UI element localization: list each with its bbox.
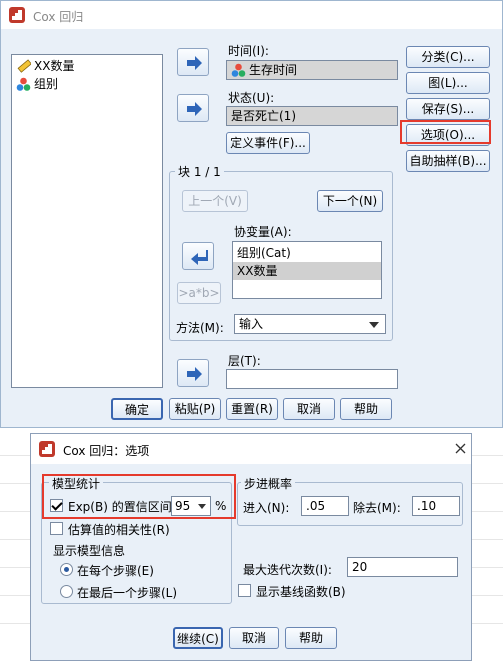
baseline-label: 显示基线函数(B) (256, 585, 346, 599)
paste-button[interactable]: 粘贴(P) (169, 398, 221, 420)
status-field[interactable]: 是否死亡(1) (226, 106, 398, 126)
removal-field[interactable]: .10 (412, 496, 460, 516)
baseline-checkbox[interactable] (238, 584, 251, 597)
block-title: 块 1 / 1 (175, 163, 224, 180)
max-iter-field[interactable]: 20 (347, 557, 458, 577)
entry-field[interactable]: .05 (301, 496, 349, 516)
list-item[interactable]: 组别 (12, 75, 162, 93)
reset-button[interactable]: 重置(R) (226, 398, 278, 420)
define-event-button[interactable]: 定义事件(F)... (226, 132, 310, 154)
move-to-strata-button[interactable] (177, 359, 209, 387)
variable-list[interactable]: XX数量 组别 (11, 54, 163, 388)
variable-label: XX数量 (34, 59, 75, 73)
bootstrap-button[interactable]: 自助抽样(B)... (406, 150, 490, 172)
nominal-icon (16, 77, 31, 91)
title-bar: Cox 回归 (1, 1, 502, 29)
radio-last-step-label: 在最后一个步骤(L) (77, 586, 178, 600)
max-iter-label: 最大迭代次数(I): (243, 563, 332, 577)
chevron-down-icon (369, 322, 379, 328)
app-icon (9, 7, 25, 23)
help-button[interactable]: 帮助 (340, 398, 392, 420)
highlight-box (400, 120, 491, 144)
radio-each-step[interactable] (60, 563, 73, 576)
removal-label: 除去(M): (353, 501, 401, 515)
stepping-title: 步进概率 (241, 475, 296, 492)
window-title: Cox 回归 (33, 10, 84, 24)
categorical-button[interactable]: 分类(C)... (406, 46, 490, 68)
time-field[interactable]: 生存时间 (226, 60, 398, 80)
options-title: Cox 回归：选项 (63, 444, 150, 458)
arrow-right-icon (187, 56, 202, 70)
options-title-bar: Cox 回归：选项 (31, 434, 471, 464)
strata-label: 层(T): (228, 354, 261, 368)
variable-label: 组别 (34, 77, 59, 91)
strata-field[interactable] (226, 369, 398, 389)
method-value: 输入 (239, 317, 264, 331)
method-select[interactable]: 输入 (234, 314, 386, 334)
arrow-right-icon (187, 367, 202, 381)
time-value: 生存时间 (249, 63, 298, 77)
highlight-box (42, 474, 236, 519)
arrow-right-icon (187, 102, 202, 116)
app-icon (39, 441, 55, 457)
move-to-status-button[interactable] (177, 94, 209, 122)
next-block-button[interactable]: 下一个(N) (317, 190, 383, 212)
previous-block-button[interactable]: 上一个(V) (182, 190, 248, 212)
radio-last-step[interactable] (60, 585, 73, 598)
radio-each-step-label: 在每个步骤(E) (77, 564, 154, 578)
ok-button[interactable]: 确定 (111, 398, 163, 420)
method-label: 方法(M): (176, 321, 224, 335)
entry-label: 进入(N): (243, 501, 290, 515)
time-label: 时间(I): (228, 44, 269, 58)
plots-button[interactable]: 图(L)... (406, 72, 490, 94)
close-icon[interactable] (455, 443, 466, 454)
status-label: 状态(U): (228, 91, 275, 105)
move-to-time-button[interactable] (177, 48, 209, 76)
save-button[interactable]: 保存(S)... (406, 98, 490, 120)
options-help-button[interactable]: 帮助 (285, 627, 337, 649)
options-cancel-button[interactable]: 取消 (229, 627, 279, 649)
nominal-icon (231, 63, 246, 77)
correlation-label: 估算值的相关性(R) (68, 523, 170, 537)
continue-button[interactable]: 继续(C) (173, 627, 223, 649)
interaction-button[interactable]: >a*b> (177, 282, 221, 304)
list-item[interactable]: 组别(Cat) (233, 244, 381, 262)
cancel-button[interactable]: 取消 (283, 398, 335, 420)
list-item[interactable]: XX数量 (233, 262, 381, 280)
covariates-label: 协变量(A): (234, 225, 292, 239)
ruler-icon (17, 59, 31, 73)
cox-regression-dialog: Cox 回归 XX数量 组别 时间(I): 生存时间 状态(U): 是否死亡(1… (0, 0, 503, 428)
move-to-covariates-button[interactable] (182, 242, 214, 270)
display-model-label: 显示模型信息 (53, 544, 126, 558)
correlation-checkbox[interactable] (50, 522, 63, 535)
covariates-list[interactable]: 组别(Cat) XX数量 (232, 241, 382, 299)
options-dialog: Cox 回归：选项 模型统计 Exp(B) 的置信区间 95 % 估算值的相关性… (30, 433, 472, 661)
list-item[interactable]: XX数量 (12, 57, 162, 75)
arrow-left-icon (191, 250, 208, 265)
